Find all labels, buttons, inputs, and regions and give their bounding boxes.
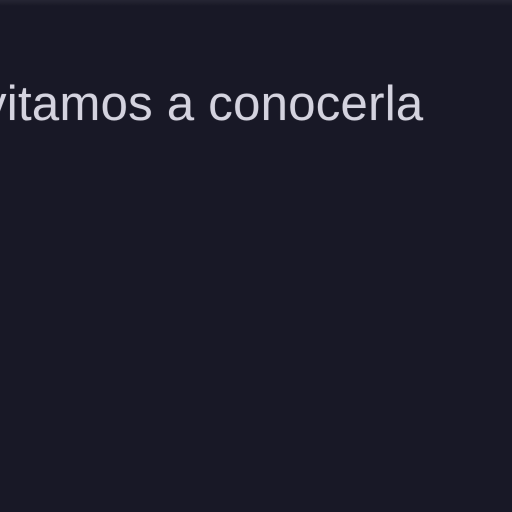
dark-text-slide: vitamos a conocerla	[0, 0, 512, 512]
caption-text: vitamos a conocerla	[0, 77, 424, 131]
top-edge-strip	[0, 0, 512, 6]
